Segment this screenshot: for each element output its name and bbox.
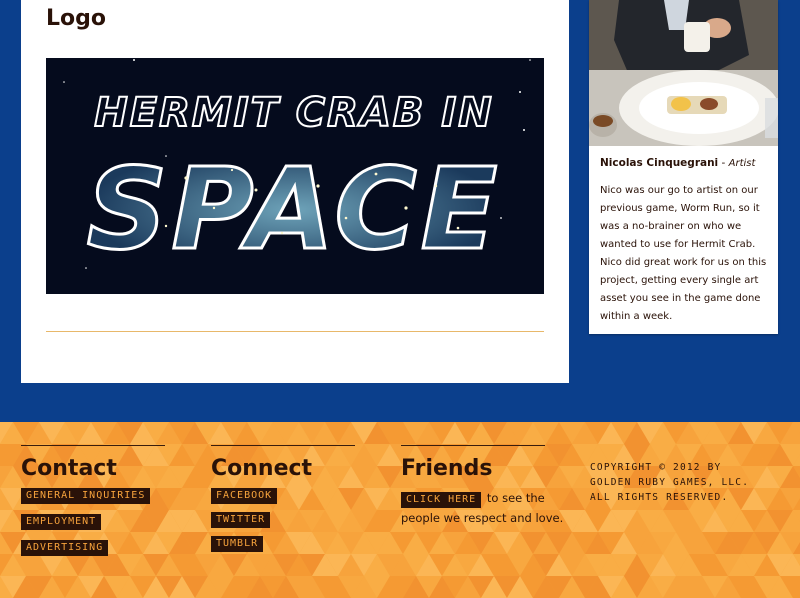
footer-connect-column: Connect FACEBOOK TWITTER TUMBLR — [211, 445, 355, 562]
contact-rule — [21, 445, 165, 446]
friends-click-here-link[interactable]: CLICK HERE — [401, 492, 482, 508]
main-content-card: Logo HERMIT CRAB IN SPACE — [21, 0, 569, 383]
logo-title-line2: SPACE — [87, 145, 501, 275]
photo-artwork — [589, 0, 778, 146]
site-footer: Contact GENERAL INQUIRIES EMPLOYMENT ADV… — [0, 422, 800, 598]
logo-title-line1: HERMIT CRAB IN — [94, 90, 493, 136]
friends-heading: Friends — [401, 456, 493, 481]
card-divider — [46, 331, 544, 332]
footer-friends-column: Friends CLICK HERE to see the people we … — [401, 445, 571, 528]
name-role-separator: - — [718, 157, 729, 169]
general-inquiries-link[interactable]: GENERAL INQUIRIES — [21, 488, 151, 504]
contact-heading: Contact — [21, 456, 117, 481]
tumblr-link[interactable]: TUMBLR — [211, 536, 264, 552]
team-member-bio: Nico was our go to artist on our previou… — [600, 185, 767, 322]
employment-link[interactable]: EMPLOYMENT — [21, 514, 102, 530]
twitter-link[interactable]: TWITTER — [211, 512, 271, 528]
footer-contact-column: Contact GENERAL INQUIRIES EMPLOYMENT ADV… — [21, 445, 165, 566]
copyright-notice: COPYRIGHT © 2012 BY GOLDEN RUBY GAMES, L… — [590, 462, 750, 503]
team-member-card: Nicolas Cinquegrani - Artist Nico was ou… — [589, 0, 778, 334]
connect-links: FACEBOOK TWITTER TUMBLR — [211, 488, 355, 552]
friends-text: CLICK HERE to see the people we respect … — [401, 488, 571, 528]
team-member-role: Artist — [728, 158, 756, 169]
connect-rule — [211, 445, 355, 446]
team-member-name-line: Nicolas Cinquegrani - Artist — [600, 157, 772, 169]
logo-artwork: HERMIT CRAB IN SPACE — [46, 58, 544, 294]
team-member-name: Nicolas Cinquegrani — [600, 157, 719, 169]
team-member-photo — [589, 0, 778, 146]
facebook-link[interactable]: FACEBOOK — [211, 488, 278, 504]
advertising-link[interactable]: ADVERTISING — [21, 540, 109, 556]
friends-rule — [401, 445, 545, 446]
contact-links: GENERAL INQUIRIES EMPLOYMENT ADVERTISING — [21, 488, 165, 556]
hermit-crab-logo-image: HERMIT CRAB IN SPACE — [46, 58, 544, 294]
connect-heading: Connect — [211, 456, 313, 481]
page-title: Logo — [46, 6, 106, 31]
